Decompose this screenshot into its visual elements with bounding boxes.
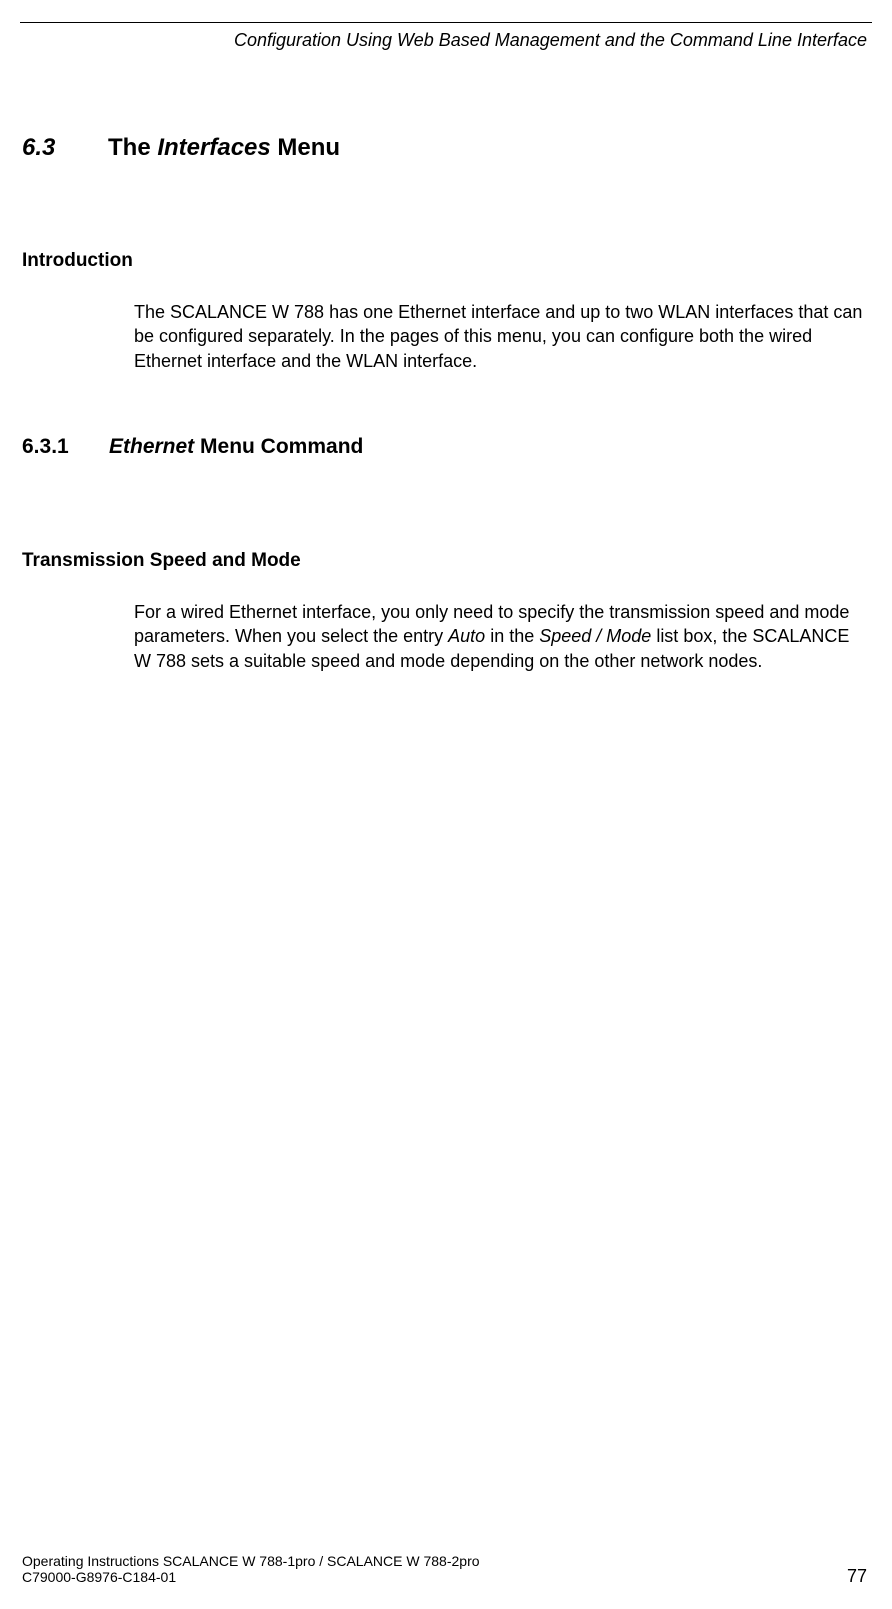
- page-number: 77: [847, 1566, 867, 1587]
- transmission-body-italic1: Auto: [448, 626, 485, 646]
- subsection-title-suffix: Menu Command: [194, 435, 363, 458]
- header-divider: [20, 22, 872, 23]
- page-footer: Operating Instructions SCALANCE W 788-1p…: [22, 1553, 867, 1587]
- section-title-prefix: The: [108, 134, 157, 161]
- section-title-suffix: Menu: [271, 134, 340, 161]
- transmission-body-part2: in the: [485, 626, 539, 646]
- introduction-heading: Introduction: [22, 250, 133, 272]
- transmission-body-italic2: Speed / Mode: [539, 626, 651, 646]
- section-title-italic: Interfaces: [157, 134, 270, 161]
- introduction-body: The SCALANCE W 788 has one Ethernet inte…: [134, 300, 867, 373]
- transmission-body: For a wired Ethernet interface, you only…: [134, 600, 867, 673]
- page-header-title: Configuration Using Web Based Management…: [234, 30, 867, 51]
- section-number: 6.3: [22, 134, 55, 162]
- footer-line2: C79000-G8976-C184-01: [22, 1569, 176, 1585]
- footer-line1: Operating Instructions SCALANCE W 788-1p…: [22, 1553, 867, 1569]
- subsection-number: 6.3.1: [22, 435, 69, 459]
- transmission-heading: Transmission Speed and Mode: [22, 550, 301, 572]
- subsection-title-italic: Ethernet: [109, 435, 194, 458]
- section-title: The Interfaces Menu: [108, 134, 340, 162]
- subsection-title: Ethernet Menu Command: [109, 435, 363, 459]
